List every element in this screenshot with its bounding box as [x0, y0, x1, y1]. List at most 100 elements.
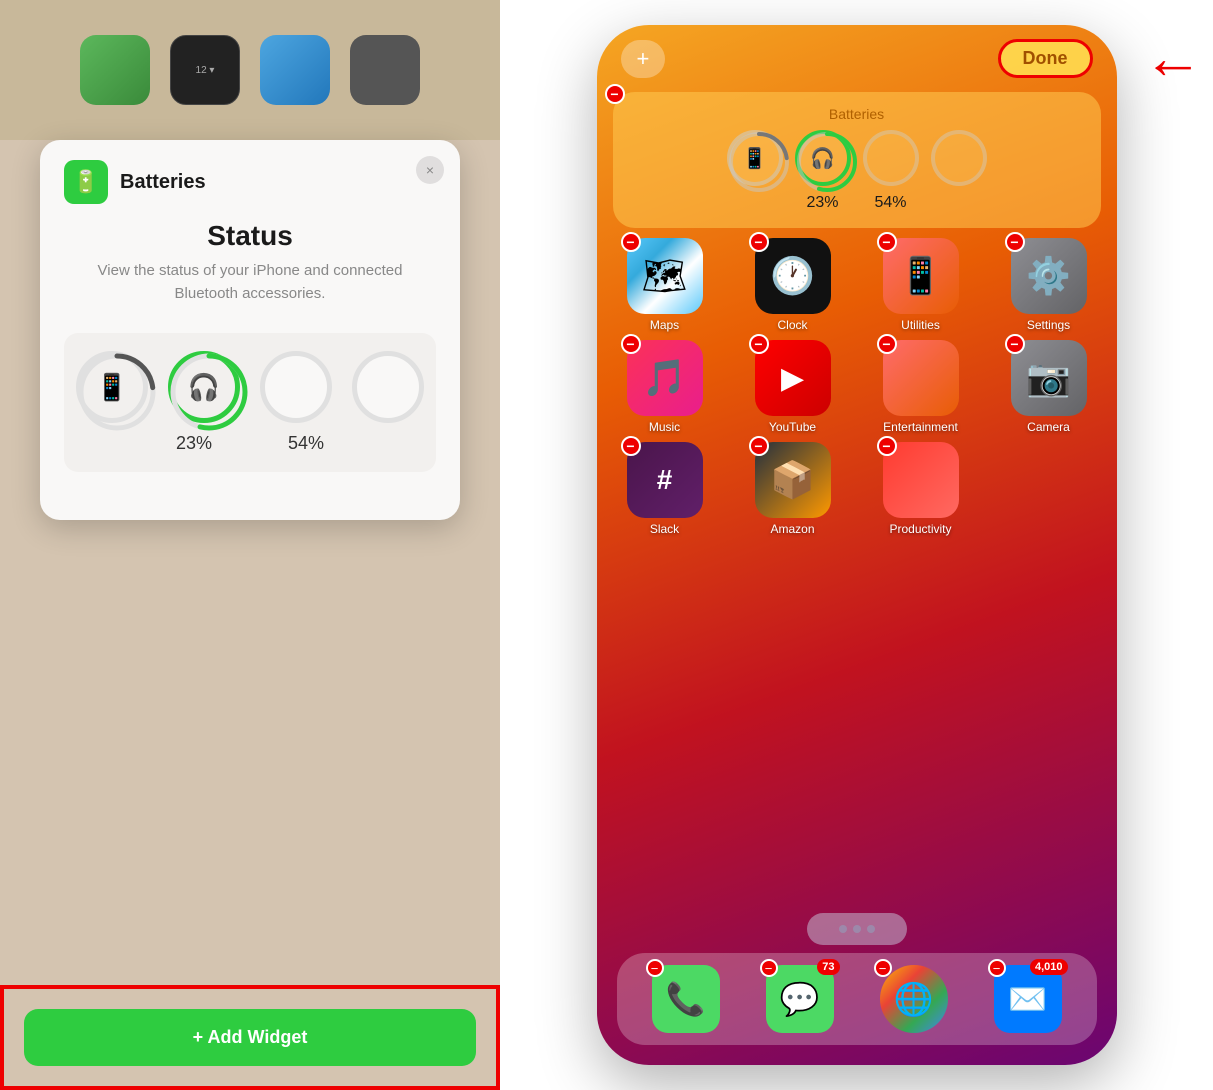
dock-phone-remove[interactable]: − [646, 959, 664, 977]
dock-chrome[interactable]: − 🌐 [880, 965, 948, 1033]
phone-battery-pct: 23% [158, 433, 230, 454]
clock-label: Clock [777, 318, 807, 332]
bg-app-2: 12 ▾ [170, 35, 240, 105]
phone-dock-icon: 📞 [652, 965, 720, 1033]
add-widget-label: + Add Widget [193, 1027, 308, 1048]
slack-icon: # [627, 442, 703, 518]
settings-remove-dot[interactable]: − [1005, 232, 1025, 252]
messages-dock-icon: 💬 [766, 965, 834, 1033]
iphone-topbar: + Done [597, 25, 1117, 88]
widget-description: View the status of your iPhone and conne… [64, 260, 436, 305]
app-grid-row2: − 🎵 Music − ▶ YouTube − [597, 340, 1117, 434]
youtube-label: YouTube [769, 420, 816, 434]
right-panel: ← + Done − Batteries 📱 [500, 0, 1213, 1090]
slack-remove-dot[interactable]: − [621, 436, 641, 456]
phone-pct-label: 23% [795, 194, 851, 212]
maps-remove-dot[interactable]: − [621, 232, 641, 252]
app-item-slack[interactable]: − # Slack [605, 442, 725, 536]
airpods-battery-circle: 🎧 [168, 351, 240, 423]
phone-empty-circle-1 [863, 130, 919, 186]
background-apps: 12 ▾ [0, 0, 500, 140]
mail-badge: 4,010 [1030, 959, 1068, 975]
music-remove-dot[interactable]: − [621, 334, 641, 354]
maps-icon: 🗺 [627, 238, 703, 314]
entertainment-icon [883, 340, 959, 416]
dock-messages-remove[interactable]: − [760, 959, 778, 977]
app-item-clock[interactable]: − 🕐 Clock [733, 238, 853, 332]
clock-remove-dot[interactable]: − [749, 232, 769, 252]
dock-mail-remove[interactable]: − [988, 959, 1006, 977]
home-indicator [807, 913, 907, 945]
phone-battery-labels: 23% 54% [629, 194, 1085, 212]
productivity-remove-dot[interactable]: − [877, 436, 897, 456]
entertainment-label: Entertainment [883, 420, 958, 434]
productivity-icon [883, 442, 959, 518]
phone-empty-circle-2 [931, 130, 987, 186]
camera-remove-dot[interactable]: − [1005, 334, 1025, 354]
phone-batteries-widget: − Batteries 📱 🎧 [613, 92, 1101, 228]
dock-chrome-remove[interactable]: − [874, 959, 892, 977]
youtube-icon: ▶ [755, 340, 831, 416]
add-icon-button[interactable]: + [621, 40, 666, 78]
empty-circle-2 [352, 351, 424, 423]
dock-mail[interactable]: − ✉️ 4,010 [994, 965, 1062, 1033]
section-title: Status [64, 220, 436, 252]
widget-close-button[interactable]: × [416, 156, 444, 184]
messages-badge: 73 [817, 959, 839, 975]
utilities-remove-dot[interactable]: − [877, 232, 897, 252]
dock-phone[interactable]: − 📞 [652, 965, 720, 1033]
app-item-maps[interactable]: − 🗺 Maps [605, 238, 725, 332]
phone-battery-row: 📱 🎧 [629, 130, 1085, 186]
empty-circle-1 [260, 351, 332, 423]
camera-icon: 📷 [1011, 340, 1087, 416]
settings-icon: ⚙️ [1011, 238, 1087, 314]
iphone-screen: + Done − Batteries 📱 [597, 25, 1117, 1065]
app-grid-row1: − 🗺 Maps − 🕐 Clock − 📱 Utilities [597, 238, 1117, 332]
app-item-productivity[interactable]: − Productivity [861, 442, 981, 536]
home-dot-2 [853, 925, 861, 933]
phone-battery-phone: 📱 [727, 130, 783, 186]
add-widget-button[interactable]: + Add Widget [24, 1009, 476, 1066]
app-item-entertainment[interactable]: − Entertainment [861, 340, 981, 434]
phone-dock: − 📞 − 💬 73 − 🌐 − ✉️ 4,010 [617, 953, 1097, 1045]
app-item-amazon[interactable]: − 📦 Amazon [733, 442, 853, 536]
amazon-icon: 📦 [755, 442, 831, 518]
app-item-youtube[interactable]: − ▶ YouTube [733, 340, 853, 434]
phone-battery-airpods: 🎧 [795, 130, 851, 186]
phone-widget-title: Batteries [629, 106, 1085, 122]
app-item-music[interactable]: − 🎵 Music [605, 340, 725, 434]
battery-labels: 23% 54% [158, 433, 342, 454]
slack-label: Slack [650, 522, 679, 536]
music-icon: 🎵 [627, 340, 703, 416]
mail-dock-icon: ✉️ [994, 965, 1062, 1033]
settings-label: Settings [1027, 318, 1070, 332]
maps-label: Maps [650, 318, 679, 332]
amazon-label: Amazon [770, 522, 814, 536]
widget-remove-dot[interactable]: − [605, 84, 625, 104]
bg-app-1 [80, 35, 150, 105]
app-item-camera[interactable]: − 📷 Camera [989, 340, 1109, 434]
entertainment-remove-dot[interactable]: − [877, 334, 897, 354]
clock-icon: 🕐 [755, 238, 831, 314]
amazon-remove-dot[interactable]: − [749, 436, 769, 456]
youtube-remove-dot[interactable]: − [749, 334, 769, 354]
widget-icon: 🔋 [64, 160, 108, 204]
airpods-battery-pct: 54% [270, 433, 342, 454]
chrome-dock-icon: 🌐 [880, 965, 948, 1033]
app-item-settings[interactable]: − ⚙️ Settings [989, 238, 1109, 332]
widget-card: × 🔋 Batteries Status View the status of … [40, 140, 460, 520]
arrow-indicator: ← [1143, 28, 1203, 88]
done-button[interactable]: Done [998, 39, 1093, 78]
app-item-utilities[interactable]: − 📱 Utilities [861, 238, 981, 332]
camera-label: Camera [1027, 420, 1070, 434]
utilities-icon: 📱 [883, 238, 959, 314]
phone-battery-circle: 📱 [76, 351, 148, 423]
battery-icons-row: 📱 🎧 [76, 351, 424, 423]
bg-app-3 [260, 35, 330, 105]
utilities-label: Utilities [901, 318, 940, 332]
productivity-label: Productivity [889, 522, 951, 536]
airpods-pct-label: 54% [863, 194, 919, 212]
music-label: Music [649, 420, 680, 434]
dock-messages[interactable]: − 💬 73 [766, 965, 834, 1033]
home-dot-1 [839, 925, 847, 933]
